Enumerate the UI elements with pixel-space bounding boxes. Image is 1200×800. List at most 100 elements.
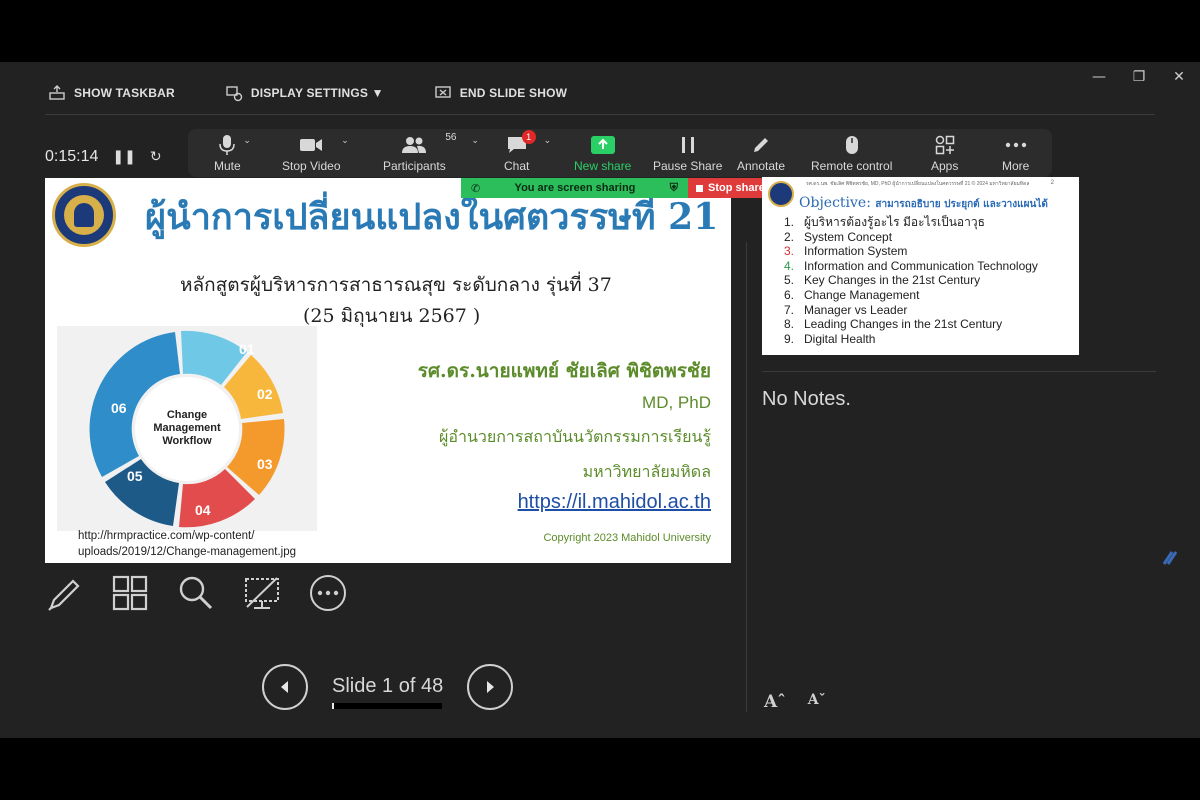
slide-copyright: Copyright 2023 Mahidol University — [543, 532, 711, 544]
objective-text: สามารถอธิบาย ประยุกต์ และวางแผนได้ — [875, 199, 1048, 210]
stop-video-button[interactable]: ⌄ Stop Video — [282, 134, 349, 173]
objective-label: Objective: — [799, 195, 871, 211]
participants-count: 56 — [445, 132, 457, 143]
wheel-number-02: 02 — [257, 386, 273, 402]
next-slide-button[interactable] — [467, 664, 513, 710]
stop-video-label: Stop Video — [282, 159, 341, 173]
end-slide-show-label: END SLIDE SHOW — [459, 86, 568, 100]
presenter-url-link[interactable]: https://il.mahidol.ac.th — [518, 491, 711, 514]
participants-button[interactable]: 56 ⌄ Participants — [383, 132, 479, 173]
more-label: More — [1002, 159, 1030, 173]
change-management-wheel-graphic: Change Management Workflow 01 02 03 04 0… — [89, 330, 285, 528]
arrow-left-icon — [281, 681, 288, 693]
remote-control-label: Remote control — [811, 159, 893, 173]
new-share-button[interactable]: New share — [574, 134, 631, 173]
image-citation-line1: http://hrmpractice.com/wp-content/ — [78, 530, 255, 542]
reset-timer-icon[interactable]: ↻ — [150, 149, 162, 165]
slide-subtitle: หลักสูตรผู้บริหารการสาธารณสุข ระดับกลาง … — [180, 274, 612, 296]
next-slide-header: รศ.ดร.นพ. ชัยเลิศ พิชิตพรชัย, MD, PhD ผู… — [806, 181, 1030, 187]
mute-button[interactable]: ⌄ Mute — [214, 134, 251, 173]
mute-options-chevron-icon[interactable]: ⌄ — [243, 136, 251, 146]
chat-chevron-icon[interactable]: ⌄ — [544, 136, 552, 146]
list-item: 3. Information System — [784, 244, 908, 259]
close-icon[interactable]: ✕ — [1170, 68, 1188, 86]
participants-chevron-icon[interactable]: ⌄ — [471, 136, 479, 146]
slide-date: (25 มิถุนายน 2567 ) — [303, 305, 481, 327]
wheel-number-04: 04 — [195, 502, 211, 518]
stop-share-label: Stop share — [708, 182, 765, 194]
stop-square-icon — [696, 184, 703, 192]
notes-divider — [762, 371, 1156, 372]
wheel-center-line3: Workflow — [162, 435, 212, 447]
image-citation-line2: uploads/2019/12/Change-management.jpg — [78, 546, 297, 558]
end-slide-show-button[interactable]: END SLIDE SHOW — [434, 84, 567, 102]
apps-label: Apps — [931, 159, 959, 173]
panel-divider[interactable] — [746, 242, 747, 712]
share-screen-icon — [590, 136, 615, 154]
wheel-center-line2: Management — [153, 422, 221, 434]
presenter-name: รศ.ดร.นายแพทย์ ชัยเลิศ พิชิตพรชัย — [417, 360, 711, 382]
slide-counter[interactable]: Slide 1 of 48 — [332, 675, 443, 698]
more-dots-icon — [1005, 142, 1026, 148]
next-slide-logo — [768, 181, 794, 207]
list-item: 8. Leading Changes in the 21st Century — [784, 317, 1003, 332]
annotate-button[interactable]: Annotate — [737, 134, 785, 173]
window-controls: — ❐ ✕ — [1090, 68, 1188, 86]
display-settings-icon — [226, 86, 243, 102]
slide-progress-bar — [332, 703, 442, 709]
more-options-icon[interactable] — [309, 574, 347, 612]
restore-icon[interactable]: ❐ — [1130, 68, 1148, 86]
elapsed-time: 0:15:14 — [45, 148, 99, 165]
apps-button[interactable]: Apps — [931, 134, 958, 173]
video-options-chevron-icon[interactable]: ⌄ — [341, 136, 349, 146]
list-item: 7. Manager vs Leader — [784, 302, 908, 317]
wheel-number-05: 05 — [127, 468, 143, 484]
taskbar-icon — [49, 85, 65, 100]
increase-font-icon[interactable]: Aˆ — [764, 692, 786, 712]
microphone-icon — [219, 135, 236, 155]
zoom-side-panel-icon[interactable] — [1158, 546, 1182, 570]
pen-tool-icon[interactable] — [45, 574, 83, 612]
presenter-tools — [45, 574, 347, 612]
next-slide-preview[interactable]: รศ.ดร.นพ. ชัยเลิศ พิชิตพรชัย, MD, PhD ผู… — [762, 177, 1079, 355]
chat-unread-badge: 1 — [521, 130, 536, 144]
end-slideshow-icon — [434, 86, 451, 98]
speaker-notes[interactable]: No Notes. — [762, 388, 851, 411]
annotate-label: Annotate — [737, 159, 786, 173]
remote-control-button[interactable]: Remote control — [811, 134, 892, 173]
new-share-label: New share — [574, 159, 632, 173]
display-settings-button[interactable]: DISPLAY SETTINGS ▼ — [225, 84, 384, 102]
presenter-role: ผู้อำนวยการสถาบันนวัตกรรมการเรียนรู้ — [438, 427, 711, 446]
decrease-font-icon[interactable]: Aˇ — [808, 692, 826, 712]
participants-icon — [402, 137, 427, 153]
presenter-degree: MD, PhD — [642, 393, 711, 412]
pause-share-button[interactable]: Pause Share — [653, 134, 722, 173]
phone-icon: ✆ — [471, 182, 481, 195]
list-item: 1. ผู้บริหารต้องรู้อะไร มีอะไรเป็นอาวุธ — [784, 215, 985, 229]
show-taskbar-label: SHOW TASKBAR — [74, 86, 175, 100]
pause-timer-icon[interactable]: ❚❚ — [112, 149, 135, 165]
pause-icon — [681, 137, 694, 153]
chat-label: Chat — [504, 159, 530, 173]
black-screen-icon[interactable] — [243, 574, 281, 612]
topbar-divider — [45, 114, 1155, 115]
chat-button[interactable]: 1 ⌄ Chat — [504, 130, 551, 173]
change-management-wheel-image: Change Management Workflow 01 02 03 04 0… — [57, 326, 317, 531]
list-item: 6. Change Management — [784, 287, 920, 302]
mute-label: Mute — [214, 159, 241, 173]
zoom-magnifier-icon[interactable] — [177, 574, 215, 612]
arrow-right-icon — [487, 681, 494, 693]
previous-slide-button[interactable] — [262, 664, 308, 710]
presenter-organization: มหาวิทยาลัยมหิดล — [582, 462, 711, 481]
next-slide-topics-list: 1. ผู้บริหารต้องรู้อะไร มีอะไรเป็นอาวุธ 2… — [784, 215, 1038, 346]
next-slide-objective: Objective: สามารถอธิบาย ประยุกต์ และวางแ… — [799, 195, 1048, 212]
participants-label: Participants — [383, 159, 446, 173]
wheel-number-01: 01 — [239, 341, 255, 357]
wheel-center-line1: Change — [167, 409, 207, 421]
see-all-slides-icon[interactable] — [111, 574, 149, 612]
mahidol-university-logo — [52, 183, 116, 247]
show-taskbar-button[interactable]: SHOW TASKBAR — [48, 84, 175, 102]
more-button[interactable]: More — [1002, 134, 1029, 173]
mouse-icon — [845, 136, 858, 154]
minimize-icon[interactable]: — — [1090, 68, 1108, 86]
